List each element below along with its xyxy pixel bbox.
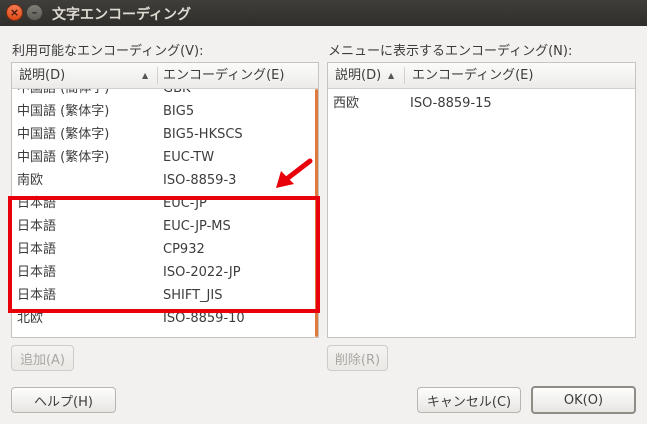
ok-button[interactable]: OK(O) [531,386,636,414]
row-encoding: EUC-TW [163,150,215,165]
menu-list-header: 説明(D) ▲ エンコーディング(E) [328,63,635,89]
title-bar: × – 文字エンコーディング [0,0,647,26]
column-separator[interactable] [404,67,405,84]
list-item[interactable]: 中国語 (繁体字) BIG5-HKSCS [12,123,318,146]
row-description: 中国語 (繁体字) [17,104,110,119]
cancel-button[interactable]: キャンセル(C) [417,387,521,413]
menu-encodings-label: メニューに表示するエンコーディング(N): [328,44,573,59]
remove-button[interactable]: 削除(R) [327,345,388,371]
menu-col-description[interactable]: 説明(D) [335,63,381,88]
list-item[interactable]: 日本語 EUC-JP-MS [12,215,318,238]
scroll-thumb[interactable] [315,89,318,337]
row-encoding: ISO-8859-15 [410,96,492,111]
menu-rows: 西欧 ISO-8859-15 [328,89,635,337]
available-col-encoding[interactable]: エンコーディング(E) [163,63,284,88]
list-item[interactable]: 日本語 ISO-2022-JP [12,261,318,284]
row-encoding: BIG5-HKSCS [163,127,243,142]
close-icon[interactable]: × [6,4,23,21]
row-encoding: ISO-8859-10 [163,311,245,326]
row-description: 日本語 [17,288,57,303]
sort-ascending-icon: ▲ [388,71,395,80]
list-item[interactable]: 中国語 (簡体字) GBK [12,89,318,100]
red-arrow-icon [276,158,313,188]
list-item[interactable]: 日本語 EUC-JP [12,192,318,215]
list-item[interactable]: 北欧 ISO-8859-10 [12,307,318,330]
sort-ascending-icon: ▲ [142,71,149,80]
available-list-header: 説明(D) ▲ エンコーディング(E) [12,63,318,89]
row-encoding: ISO-8859-3 [163,173,237,188]
add-button[interactable]: 追加(A) [11,345,74,371]
row-description: 中国語 (簡体字) [17,89,109,100]
available-encodings-label: 利用可能なエンコーディング(V): [12,44,204,59]
column-separator[interactable] [157,67,158,84]
scrollbar[interactable] [314,89,318,337]
row-description: 日本語 [17,196,57,211]
row-encoding: SHIFT_JIS [163,288,223,303]
minimize-icon[interactable]: – [26,4,43,21]
row-description: 中国語 (繁体字) [17,127,110,142]
help-button[interactable]: ヘルプ(H) [11,387,116,413]
row-description: 日本語 [17,242,57,257]
row-encoding: CP932 [163,242,205,257]
row-encoding: ISO-2022-JP [163,265,241,280]
row-encoding: EUC-JP [163,196,207,211]
menu-col-encoding[interactable]: エンコーディング(E) [412,63,533,88]
list-item[interactable]: 日本語 CP932 [12,238,318,261]
row-encoding: BIG5 [163,104,195,119]
list-item[interactable]: 日本語 SHIFT_JIS [12,284,318,307]
row-description: 中国語 (繁体字) [17,150,110,165]
menu-encodings-list[interactable]: 説明(D) ▲ エンコーディング(E) 西欧 ISO-8859-15 [327,62,636,338]
list-item[interactable]: 中国語 (繁体字) BIG5 [12,100,318,123]
row-description: 日本語 [17,219,57,234]
available-rows: 中国語 (簡体字) GBK 中国語 (繁体字) BIG5 中国語 (繁体字) B… [12,89,318,337]
window-title: 文字エンコーディング [52,7,192,23]
row-encoding: GBK [163,89,191,100]
list-item[interactable]: 西欧 ISO-8859-15 [328,92,635,115]
available-col-description[interactable]: 説明(D) [19,63,65,88]
row-description: 北欧 [17,311,44,326]
available-encodings-list[interactable]: 説明(D) ▲ エンコーディング(E) 中国語 (簡体字) GBK 中国語 (繁… [11,62,319,338]
row-description: 西欧 [333,96,360,111]
row-encoding: EUC-JP-MS [163,219,231,234]
row-description: 日本語 [17,265,57,280]
row-description: 南欧 [17,173,44,188]
